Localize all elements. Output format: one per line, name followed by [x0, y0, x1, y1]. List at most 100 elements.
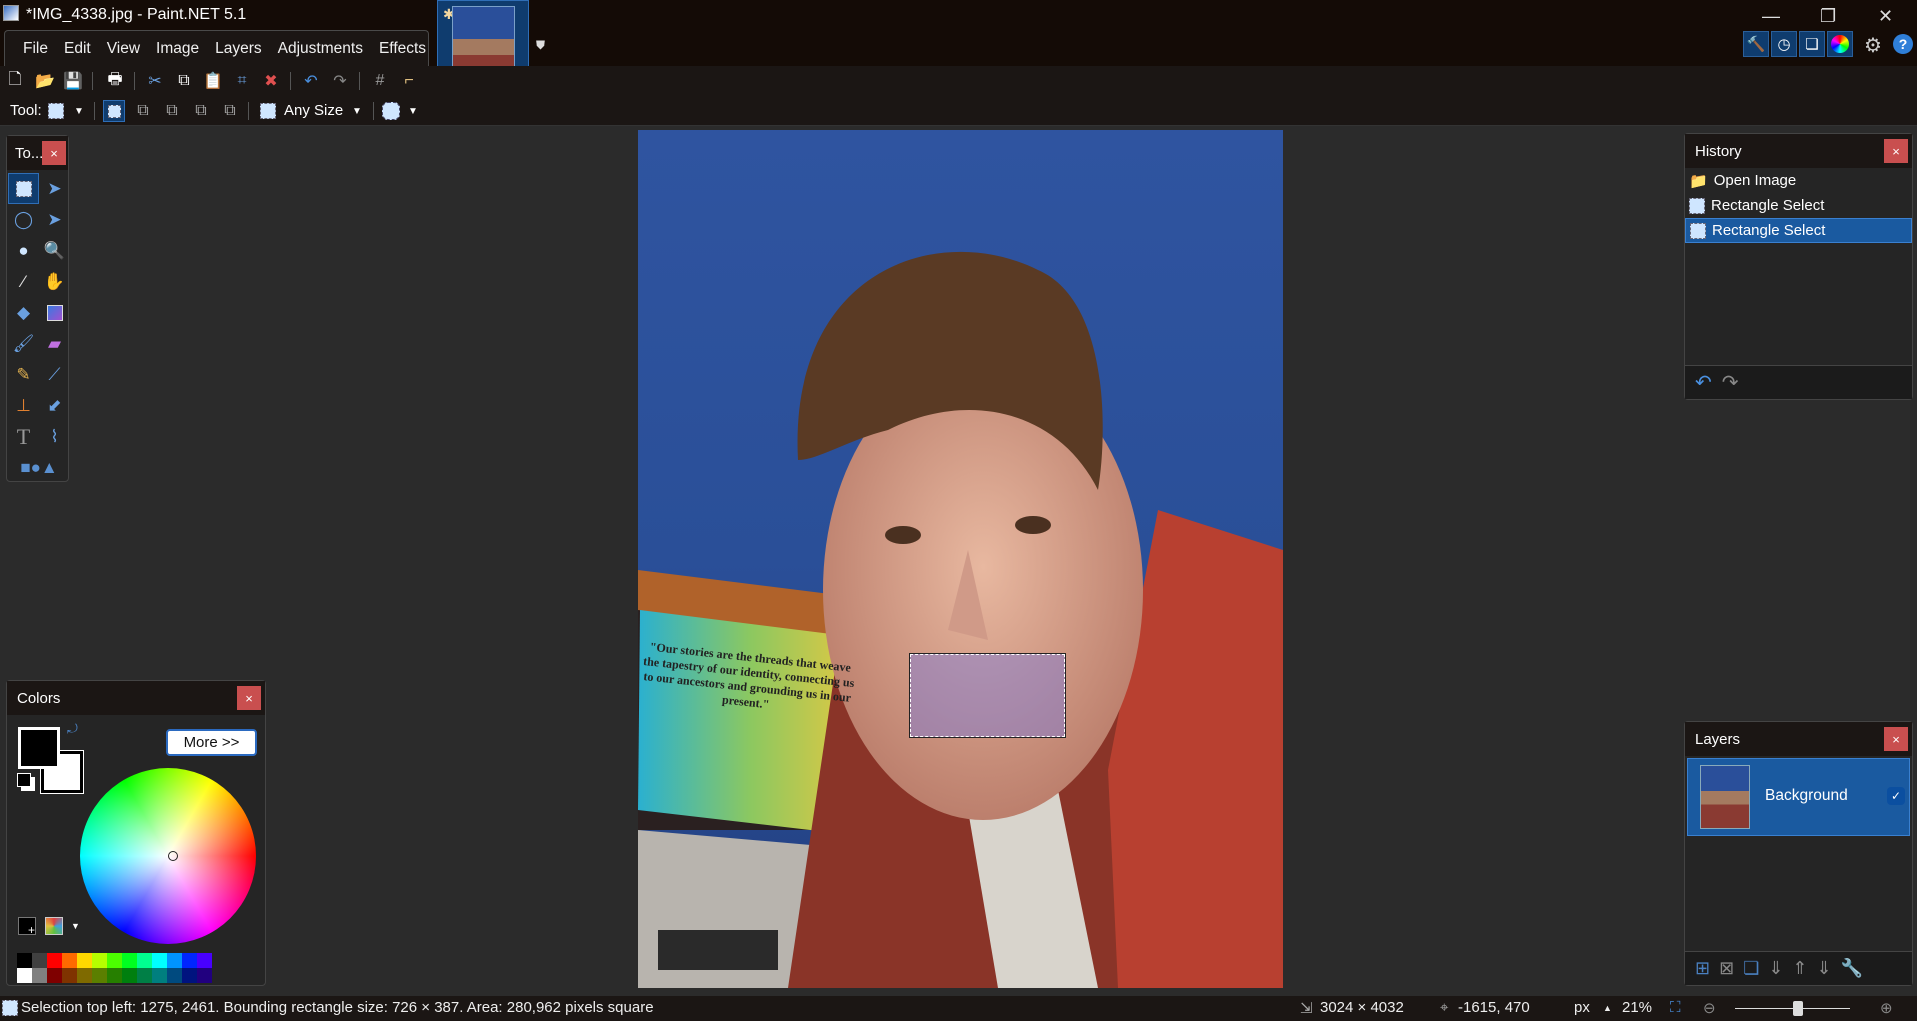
- size-mode-select[interactable]: Any Size: [284, 102, 343, 119]
- colors-toggle-icon[interactable]: [1827, 31, 1853, 57]
- crop-to-selection-icon[interactable]: ⌗: [231, 70, 253, 92]
- more-colors-button[interactable]: More >>: [166, 729, 257, 756]
- history-undo-icon[interactable]: ↶: [1695, 370, 1712, 395]
- colors-close-button[interactable]: ×: [237, 686, 261, 710]
- zoom-in-icon[interactable]: ⊕: [1880, 999, 1893, 1017]
- history-item[interactable]: Rectangle Select: [1685, 193, 1912, 218]
- gradient-tool-icon[interactable]: [39, 297, 70, 328]
- zoom-level[interactable]: 21%: [1622, 999, 1652, 1016]
- tab-list-dropdown-icon[interactable]: ⛊: [536, 38, 545, 53]
- selection-mode-replace-icon[interactable]: [103, 100, 125, 122]
- palette-swatch[interactable]: [47, 953, 62, 968]
- palette-swatch[interactable]: [107, 953, 122, 968]
- color-wheel-cursor[interactable]: [168, 851, 178, 861]
- help-icon[interactable]: ?: [1893, 34, 1913, 54]
- layer-properties-wrench-icon[interactable]: 🔧: [1841, 958, 1863, 979]
- selection-mode-xor-icon[interactable]: ⧉: [219, 100, 241, 122]
- palette-swatch[interactable]: [62, 953, 77, 968]
- history-item[interactable]: 📁 Open Image: [1685, 168, 1912, 193]
- paintbrush-tool-icon[interactable]: 🖌: [8, 328, 39, 359]
- line-curve-tool-icon[interactable]: ⌇: [39, 421, 70, 452]
- open-file-icon[interactable]: 📂: [34, 70, 56, 92]
- history-redo-icon[interactable]: ↷: [1722, 370, 1739, 395]
- cut-icon[interactable]: ✂: [144, 70, 166, 92]
- antialiasing-icon[interactable]: [380, 100, 402, 122]
- ruler-icon[interactable]: ⌐: [398, 70, 420, 92]
- copy-icon[interactable]: ⧉: [173, 70, 195, 92]
- layers-toggle-icon[interactable]: ❏: [1799, 31, 1825, 57]
- tools-panel-close-button[interactable]: ×: [42, 141, 66, 165]
- zoom-slider[interactable]: [1735, 1001, 1850, 1016]
- duplicate-layer-icon[interactable]: ❏: [1743, 958, 1759, 979]
- palette-swatch[interactable]: [122, 968, 137, 983]
- palette-swatch[interactable]: [77, 968, 92, 983]
- history-toggle-icon[interactable]: ◷: [1771, 31, 1797, 57]
- palette-swatch[interactable]: [32, 953, 47, 968]
- palette-swatch[interactable]: [122, 953, 137, 968]
- settings-gear-icon[interactable]: ⚙: [1864, 33, 1882, 58]
- history-item-selected[interactable]: Rectangle Select: [1685, 218, 1912, 243]
- zoom-tool-icon[interactable]: 🔍: [39, 235, 70, 266]
- delete-layer-icon[interactable]: ⊠: [1719, 958, 1734, 979]
- palette-swatch[interactable]: [152, 968, 167, 983]
- menu-adjustments[interactable]: Adjustments: [270, 40, 371, 58]
- eraser-tool-icon[interactable]: ▰: [39, 328, 70, 359]
- undo-icon[interactable]: ↶: [300, 70, 322, 92]
- swap-colors-icon[interactable]: ⤾: [67, 721, 78, 737]
- zoom-slider-thumb[interactable]: [1793, 1001, 1804, 1016]
- minimize-button[interactable]: —: [1762, 6, 1780, 27]
- clone-stamp-tool-icon[interactable]: ⊥: [8, 390, 39, 421]
- palette-swatch[interactable]: [182, 953, 197, 968]
- palette-swatch[interactable]: [62, 968, 77, 983]
- text-tool-icon[interactable]: T: [8, 421, 39, 452]
- redo-icon[interactable]: ↷: [329, 70, 351, 92]
- save-icon[interactable]: 💾: [62, 70, 84, 92]
- antialiasing-dropdown-icon[interactable]: ▼: [402, 100, 424, 122]
- palette-swatch[interactable]: [152, 953, 167, 968]
- color-picker-tool-icon[interactable]: ⟋: [39, 359, 70, 390]
- selection-mode-intersect-icon[interactable]: ⧉: [190, 100, 212, 122]
- palette-swatch[interactable]: [32, 968, 47, 983]
- layers-close-button[interactable]: ×: [1884, 727, 1908, 751]
- menu-image[interactable]: Image: [148, 40, 207, 58]
- reset-colors-icon[interactable]: [17, 773, 31, 787]
- zoom-out-icon[interactable]: ⊖: [1703, 999, 1716, 1017]
- pencil-tool-icon[interactable]: ✎: [8, 359, 39, 390]
- rectangle-select-tool-icon[interactable]: [8, 173, 39, 204]
- tool-dropdown-icon[interactable]: ▼: [68, 100, 90, 122]
- primary-color-swatch[interactable]: [18, 727, 60, 769]
- selection-mode-exclude-icon[interactable]: ⧉: [161, 100, 183, 122]
- units-selector[interactable]: px: [1574, 999, 1590, 1016]
- lasso-select-tool-icon[interactable]: ◯: [8, 204, 39, 235]
- ellipse-select-tool-icon[interactable]: ●: [8, 235, 39, 266]
- palette-swatch[interactable]: [167, 953, 182, 968]
- move-layer-down-icon[interactable]: ⇓: [1817, 958, 1832, 979]
- current-tool-rectangle-select-icon[interactable]: [45, 100, 67, 122]
- palette-swatch[interactable]: [107, 968, 122, 983]
- move-selected-pixels-tool-icon[interactable]: ➤: [39, 173, 70, 204]
- palette-menu-icon[interactable]: [45, 917, 63, 935]
- move-selection-tool-icon[interactable]: ➤: [39, 204, 70, 235]
- add-to-palette-icon[interactable]: +: [18, 917, 36, 937]
- layer-row[interactable]: Background ✓: [1687, 758, 1910, 836]
- restore-button[interactable]: ❐: [1820, 6, 1836, 27]
- palette-swatch[interactable]: [92, 953, 107, 968]
- grid-icon[interactable]: #: [369, 70, 391, 92]
- palette-swatch[interactable]: [167, 968, 182, 983]
- palette-swatch[interactable]: [137, 953, 152, 968]
- palette-swatch[interactable]: [17, 968, 32, 983]
- paste-icon[interactable]: 📋: [202, 70, 224, 92]
- palette-swatch[interactable]: [77, 953, 92, 968]
- tools-toggle-icon[interactable]: 🔨: [1743, 31, 1769, 57]
- new-file-icon[interactable]: 🗋: [4, 70, 26, 92]
- history-close-button[interactable]: ×: [1884, 139, 1908, 163]
- menu-effects[interactable]: Effects: [371, 40, 434, 58]
- palette-dropdown-icon[interactable]: ▼: [71, 921, 80, 931]
- print-icon[interactable]: 🖶: [104, 70, 126, 92]
- merge-layer-down-icon[interactable]: ⇓: [1768, 958, 1783, 979]
- canvas-image[interactable]: "Our stories are the threads that weave …: [638, 130, 1283, 988]
- size-mode-dropdown-icon[interactable]: ▼: [346, 100, 368, 122]
- recolor-tool-icon[interactable]: ⬋: [39, 390, 70, 421]
- close-window-button[interactable]: ✕: [1878, 6, 1893, 27]
- menu-layers[interactable]: Layers: [207, 40, 270, 58]
